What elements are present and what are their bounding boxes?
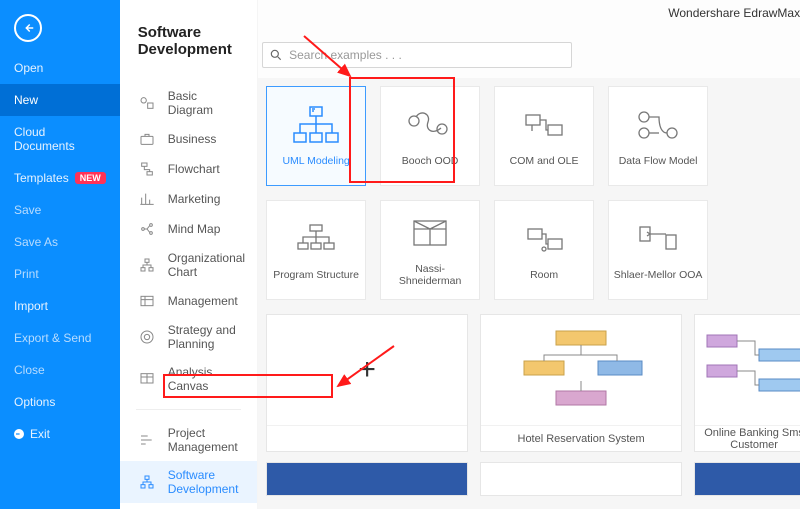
example-thumbnail — [481, 315, 681, 425]
category-title: Software Development — [120, 0, 257, 82]
tile-room[interactable]: Room — [494, 200, 594, 300]
search-placeholder: Search examples . . . — [289, 48, 402, 62]
exit-icon — [14, 429, 24, 439]
booch-icon — [404, 105, 456, 145]
example-card-partial[interactable] — [480, 462, 682, 496]
search-input[interactable]: Search examples . . . — [262, 42, 572, 68]
cat-strategy-planning[interactable]: Strategy and Planning — [120, 316, 257, 358]
category-divider — [136, 409, 241, 410]
sidebar-item-save[interactable]: Save — [0, 194, 120, 226]
cat-org-chart[interactable]: Organizational Chart — [120, 244, 257, 286]
tile-data-flow-model[interactable]: Data Flow Model — [608, 86, 708, 186]
cat-management[interactable]: Management — [120, 286, 257, 316]
back-button[interactable] — [14, 14, 42, 42]
flowchart-icon — [138, 161, 156, 177]
tile-program-structure[interactable]: Program Structure — [266, 200, 366, 300]
sm-icon — [632, 219, 684, 259]
tile-com-ole[interactable]: COM and OLE — [494, 86, 594, 186]
tile-uml-modeling[interactable]: UML Modeling — [266, 86, 366, 186]
briefcase-icon — [138, 131, 156, 147]
com-icon — [518, 105, 570, 145]
example-blank[interactable]: + — [266, 314, 468, 452]
dev-icon — [138, 474, 156, 490]
sidebar-item-save-as[interactable]: Save As — [0, 226, 120, 258]
tile-shlaer-mellor-ooa[interactable]: Shlaer-Mellor OOA — [608, 200, 708, 300]
cat-business[interactable]: Business — [120, 124, 257, 154]
tile-nassi-shneiderman[interactable]: Nassi-Shneiderman — [380, 200, 480, 300]
cat-software-development[interactable]: Software Development — [120, 461, 257, 503]
ns-icon — [404, 213, 456, 253]
org-chart-icon — [138, 257, 156, 273]
example-hotel-reservation[interactable]: Hotel Reservation System — [480, 314, 682, 452]
bar-chart-icon — [138, 191, 156, 207]
cat-analysis-canvas[interactable]: Analysis Canvas — [120, 358, 257, 400]
uml-icon — [290, 105, 342, 145]
arrow-left-icon — [21, 21, 35, 35]
sidebar-item-cloud-documents[interactable]: Cloud Documents — [0, 116, 120, 162]
search-icon — [269, 48, 283, 62]
gallery-pane: Wondershare EdrawMax Search examples . .… — [258, 0, 800, 509]
dfm-icon — [632, 105, 684, 145]
example-online-banking[interactable]: Online Banking Sms Customer — [694, 314, 800, 452]
ps-icon — [290, 219, 342, 259]
category-column: Software Development Basic Diagram Busin… — [120, 0, 258, 509]
file-menu-sidebar: Open New Cloud Documents Templates NEW S… — [0, 0, 120, 509]
cat-marketing[interactable]: Marketing — [120, 184, 257, 214]
brand-label: Wondershare EdrawMax — [668, 6, 800, 20]
sidebar-item-exit[interactable]: Exit — [0, 418, 120, 450]
sidebar-item-export-send[interactable]: Export & Send — [0, 322, 120, 354]
cat-mind-map[interactable]: Mind Map — [120, 214, 257, 244]
tile-booch-ood[interactable]: Booch OOD — [380, 86, 480, 186]
plus-icon: + — [358, 353, 376, 387]
room-icon — [518, 219, 570, 259]
new-badge: NEW — [75, 172, 106, 184]
shapes-icon — [138, 95, 156, 111]
example-thumbnail — [695, 315, 800, 425]
target-icon — [138, 329, 156, 345]
cat-basic-diagram[interactable]: Basic Diagram — [120, 82, 257, 124]
management-icon — [138, 293, 156, 309]
gantt-icon — [138, 432, 156, 448]
sidebar-item-options[interactable]: Options — [0, 386, 120, 418]
cat-project-management[interactable]: Project Management — [120, 419, 257, 461]
mindmap-icon — [138, 221, 156, 237]
cat-database-modeling[interactable]: Database Modeling — [120, 503, 257, 509]
example-card-partial[interactable] — [266, 462, 468, 496]
sidebar-item-new[interactable]: New — [0, 84, 120, 116]
example-card-partial[interactable] — [694, 462, 800, 496]
canvas-icon — [138, 371, 156, 387]
sidebar-item-print[interactable]: Print — [0, 258, 120, 290]
cat-flowchart[interactable]: Flowchart — [120, 154, 257, 184]
sidebar-item-import[interactable]: Import — [0, 290, 120, 322]
sidebar-item-templates[interactable]: Templates NEW — [0, 162, 120, 194]
sidebar-item-close[interactable]: Close — [0, 354, 120, 386]
sidebar-item-open[interactable]: Open — [0, 52, 120, 84]
